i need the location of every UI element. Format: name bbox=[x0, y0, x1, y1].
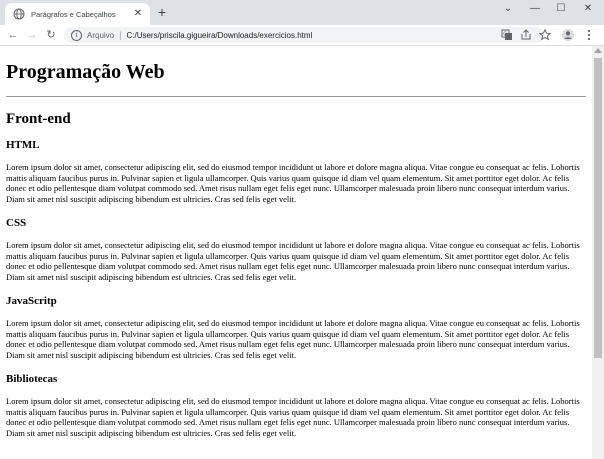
paragraph-javascript: Lorem ipsum dolor sit amet, consectetur … bbox=[6, 318, 580, 360]
back-button[interactable]: ← bbox=[6, 28, 20, 42]
translate-icon[interactable]: G bbox=[500, 28, 514, 42]
subsection-heading-bibliotecas: Bibliotecas bbox=[6, 373, 58, 385]
section-heading: Front-end bbox=[6, 111, 71, 127]
vertical-scrollbar[interactable] bbox=[592, 46, 604, 459]
window-close-icon[interactable]: ✕ bbox=[581, 2, 595, 16]
paragraph-css: Lorem ipsum dolor sit amet, consectetur … bbox=[6, 240, 580, 282]
page-viewport: Programação Web Front-end HTML Lorem ips… bbox=[0, 46, 592, 459]
new-tab-button[interactable]: + bbox=[155, 5, 169, 19]
forward-button[interactable]: → bbox=[25, 28, 39, 42]
minimize-icon[interactable]: — bbox=[528, 2, 542, 16]
paragraph-html: Lorem ipsum dolor sit amet, consectetur … bbox=[6, 162, 580, 204]
page-content: Programação Web Front-end HTML Lorem ips… bbox=[0, 60, 592, 438]
tab-title: Parágrafos e Cabeçalhos bbox=[31, 9, 116, 19]
profile-icon[interactable] bbox=[561, 28, 575, 42]
maximize-icon[interactable]: ☐ bbox=[554, 2, 568, 16]
address-separator: | bbox=[119, 30, 122, 40]
page-title: Programação Web bbox=[6, 61, 165, 83]
address-url[interactable]: C:/Users/priscila.gigueira/Downloads/exe… bbox=[126, 31, 312, 40]
tab-close-icon[interactable]: ✕ bbox=[132, 8, 144, 20]
globe-icon bbox=[13, 8, 25, 20]
menu-icon[interactable] bbox=[582, 28, 596, 42]
svg-text:G: G bbox=[503, 32, 507, 38]
subsection-heading-html: HTML bbox=[6, 139, 40, 151]
site-info-icon[interactable]: i bbox=[71, 29, 82, 41]
bookmark-star-icon[interactable] bbox=[538, 28, 552, 42]
reload-button[interactable]: ↻ bbox=[44, 28, 58, 42]
paragraph-bibliotecas: Lorem ipsum dolor sit amet, consectetur … bbox=[6, 396, 580, 438]
subsection-heading-css: CSS bbox=[6, 217, 27, 229]
browser-tab-active[interactable]: Parágrafos e Cabeçalhos ✕ bbox=[5, 3, 150, 25]
scrollbar-thumb[interactable] bbox=[594, 58, 602, 358]
subsection-heading-javascript: JavaScritp bbox=[6, 295, 57, 307]
scroll-up-arrow-icon[interactable] bbox=[594, 48, 602, 53]
address-scheme-label: Arquivo bbox=[87, 30, 115, 40]
divider bbox=[6, 96, 586, 97]
share-icon[interactable] bbox=[519, 28, 533, 42]
address-bar[interactable]: i Arquivo | C:/Users/priscila.gigueira/D… bbox=[64, 27, 544, 43]
tab-strip: Parágrafos e Cabeçalhos ✕ + ⌄ — ☐ ✕ bbox=[0, 0, 604, 25]
tab-search-chevron-icon[interactable]: ⌄ bbox=[501, 2, 515, 16]
browser-toolbar: ← → ↻ i Arquivo | C:/Users/priscila.gigu… bbox=[0, 25, 604, 46]
